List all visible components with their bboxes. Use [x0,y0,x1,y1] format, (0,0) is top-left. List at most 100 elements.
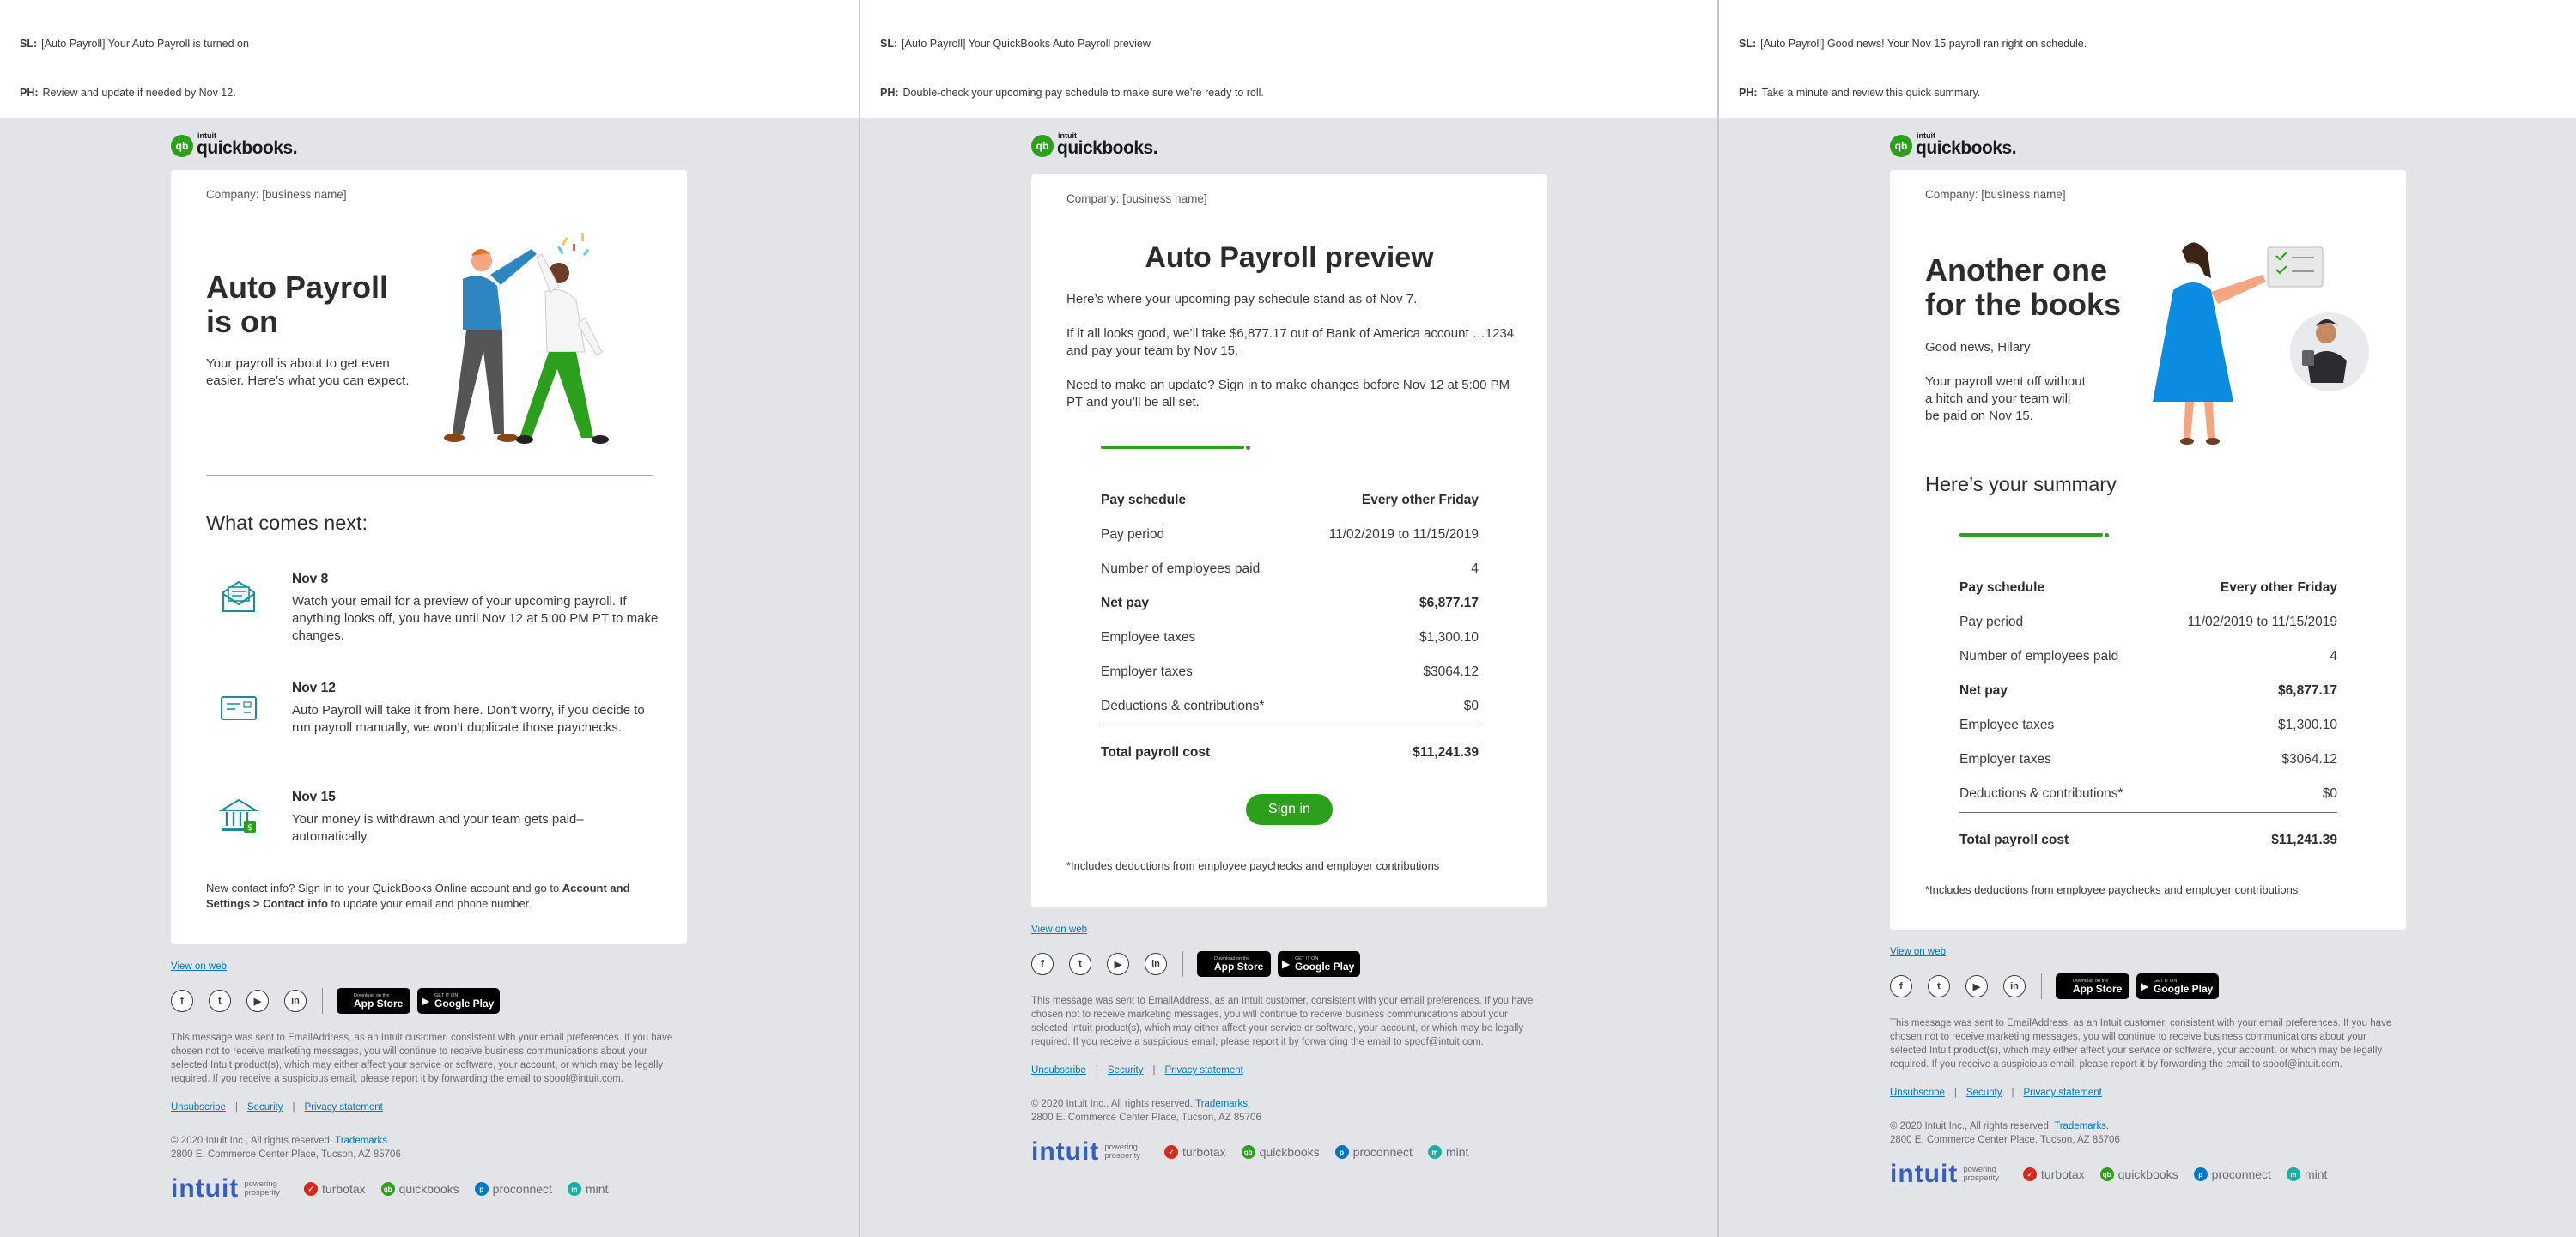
tagline-line: prosperity [1104,1151,1141,1161]
deductions-footnote: *Includes deductions from employee paych… [1925,883,2299,896]
step-text: Watch your email for a preview of your u… [292,594,659,643]
mint-icon: m [567,1182,581,1196]
brand-turbotax: ✓ turbotax [304,1182,366,1196]
trademarks-link[interactable]: Trademarks. [2054,1121,2109,1131]
google-play-badge[interactable]: ▶ GET IT ON Google Play [1278,951,1360,977]
social-links: f t ▶ in Download on the App Store ▶ GET I… [171,988,507,1014]
summary-row: Pay schedule Every other Friday [1101,491,1479,510]
view-on-web-link[interactable]: View on web [1031,925,1087,935]
security-link[interactable]: Security [1966,1088,2002,1098]
privacy-link[interactable]: Privacy statement [2023,1088,2101,1098]
step-text: Your money is withdrawn and your team ge… [292,812,584,844]
quickbooks-icon: qb [380,1182,395,1196]
facebook-icon[interactable]: f [1031,953,1054,975]
turbotax-icon: ✓ [1164,1145,1179,1159]
unsubscribe-link[interactable]: Unsubscribe [171,1102,226,1113]
hero-body: Your payroll is about to get even easier… [206,356,410,388]
summary-accent-dot [1246,446,1250,450]
summary-value: $3064.12 [1423,664,1479,679]
brand-mint: m mint [567,1182,608,1196]
play-icon: ▶ [1282,958,1291,970]
summary-label: Employee taxes [1101,630,1196,645]
youtube-icon[interactable]: ▶ [246,990,269,1012]
summary-row: Number of employees paid 4 [1101,560,1479,579]
youtube-icon[interactable]: ▶ [1965,975,1988,997]
app-store-badge[interactable]: Download on the App Store [337,988,410,1014]
address: 2800 E. Commerce Center Place, Tucson, A… [1031,1113,1261,1123]
address: 2800 E. Commerce Center Place, Tucson, A… [1890,1135,2120,1145]
sign-in-button[interactable]: Sign in [1246,794,1333,825]
intuit-logo: intuit [1031,1137,1100,1166]
copyright-block: © 2020 Intuit Inc., All rights reserved.… [1890,1119,2120,1147]
summary-label: Employee taxes [1959,718,2055,732]
twitter-icon[interactable]: t [1928,975,1950,997]
step-date: Nov 15 [292,790,336,804]
bank-icon: $ [218,798,259,833]
quickbooks-icon: qb [1241,1145,1255,1159]
privacy-link[interactable]: Privacy statement [1164,1065,1242,1076]
summary-label: Pay period [1959,615,2024,629]
brand-name: proconnect [492,1182,552,1196]
linkedin-icon[interactable]: in [2003,975,2026,997]
app-store-badge[interactable]: Download on the App Store [2056,973,2129,999]
google-play-badge[interactable]: ▶ GET IT ON Google Play [417,988,500,1014]
company-name: Company: [business name] [206,188,347,201]
summary-total-divider [1959,812,2337,813]
email-meta: SL: [Auto Payroll] Your Auto Payroll is t… [0,0,859,118]
twitter-icon[interactable]: t [1069,953,1091,975]
proconnect-icon: p [474,1182,489,1196]
brand-mint: m mint [2286,1167,2327,1181]
celebration-illustration [2153,242,2369,445]
summary-total-row: Total payroll cost $11,241.39 [1959,831,2337,850]
company-name: Company: [business name] [1066,192,1207,205]
trademarks-link[interactable]: Trademarks. [1195,1099,1250,1109]
step-date: Nov 12 [292,681,336,695]
update-paragraph: Need to make an update? Sign in to make … [1066,378,1510,409]
brand-quickbooks: qb quickbooks [380,1182,459,1196]
summary-total-row: Total payroll cost $11,241.39 [1101,743,1479,762]
facebook-icon[interactable]: f [1890,975,1912,997]
linkedin-icon[interactable]: in [1145,953,1167,975]
summary-value: $6,877.17 [2278,683,2337,698]
copyright-text: © 2020 Intuit Inc., All rights reserved. [171,1136,333,1146]
email-meta: SL: [Auto Payroll] Your QuickBooks Auto P… [860,0,1717,118]
summary-row: Deductions & contributions* $0 [1101,697,1479,716]
security-link[interactable]: Security [1108,1065,1144,1076]
view-on-web-link[interactable]: View on web [1890,947,1946,957]
turbotax-icon: ✓ [304,1182,319,1196]
copyright-text: © 2020 Intuit Inc., All rights reserved. [1890,1121,2052,1131]
footer-vertical-divider [1182,951,1183,977]
email-auto-payroll-on: SL: [Auto Payroll] Your Auto Payroll is t… [0,0,859,1237]
trademarks-link[interactable]: Trademarks. [335,1136,390,1146]
intro-paragraph: Here’s where your upcoming pay schedule … [1066,292,1418,306]
linkedin-icon[interactable]: in [284,990,307,1012]
app-store-badge[interactable]: Download on the App Store [1197,951,1271,977]
greeting: Good news, Hilary [1925,340,2031,355]
preheader-text: Double-check your upcoming pay schedule … [902,87,1264,99]
privacy-link[interactable]: Privacy statement [304,1102,382,1113]
facebook-icon[interactable]: f [171,990,193,1012]
summary-label: Net pay [1101,596,1149,610]
summary-label: Deductions & contributions* [1959,786,2123,801]
link-separator: | [1953,1088,1957,1098]
google-play-badge[interactable]: ▶ GET IT ON Google Play [2136,973,2219,999]
summary-label: Number of employees paid [1959,649,2119,664]
store-name: App Store [1214,961,1264,973]
youtube-icon[interactable]: ▶ [1107,953,1129,975]
unsubscribe-link[interactable]: Unsubscribe [1031,1065,1086,1076]
intuit-logo: intuit [1890,1160,1959,1188]
summary-label: Net pay [1959,683,2008,698]
view-on-web-link[interactable]: View on web [171,961,227,972]
link-separator: | [2011,1088,2014,1098]
hero-title: Another one for the books [1925,252,2122,322]
link-separator: | [234,1102,238,1113]
quickbooks-logo: qb intuit quickbooks. [171,131,298,160]
preheader-text: Review and update if needed by Nov 12. [42,87,236,99]
copyright-line: © 2020 Intuit Inc., All rights reserved.… [1890,1119,2120,1133]
twitter-icon[interactable]: t [209,990,231,1012]
sl-label: SL: [880,38,898,50]
security-link[interactable]: Security [247,1102,283,1113]
unsubscribe-link[interactable]: Unsubscribe [1890,1088,1945,1098]
brand-name: quickbooks [398,1182,459,1196]
summary-row: Employee taxes $1,300.10 [1101,628,1479,647]
